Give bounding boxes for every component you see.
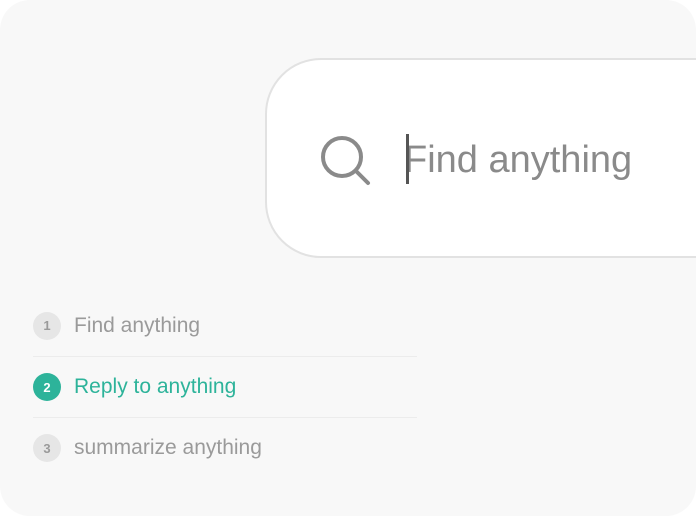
step-number-badge: 1 [33,311,61,340]
steps-list: 1 Find anything 2 Reply to anything 3 su… [33,295,417,478]
text-caret [406,134,409,184]
step-number-badge: 2 [33,373,61,401]
search-icon [321,136,370,185]
step-label: Reply to anything [74,375,237,398]
step-item-reply[interactable]: 2 Reply to anything [33,356,417,417]
step-item-summarize[interactable]: 3 summarize anything [33,417,417,478]
search-input[interactable] [404,138,696,182]
step-label: Find anything [74,313,201,337]
search-box[interactable] [265,58,696,258]
feature-card: 1 Find anything 2 Reply to anything 3 su… [0,0,696,516]
step-number-badge: 3 [33,434,61,462]
step-label: summarize anything [74,436,262,459]
step-item-find[interactable]: 1 Find anything [33,295,417,356]
